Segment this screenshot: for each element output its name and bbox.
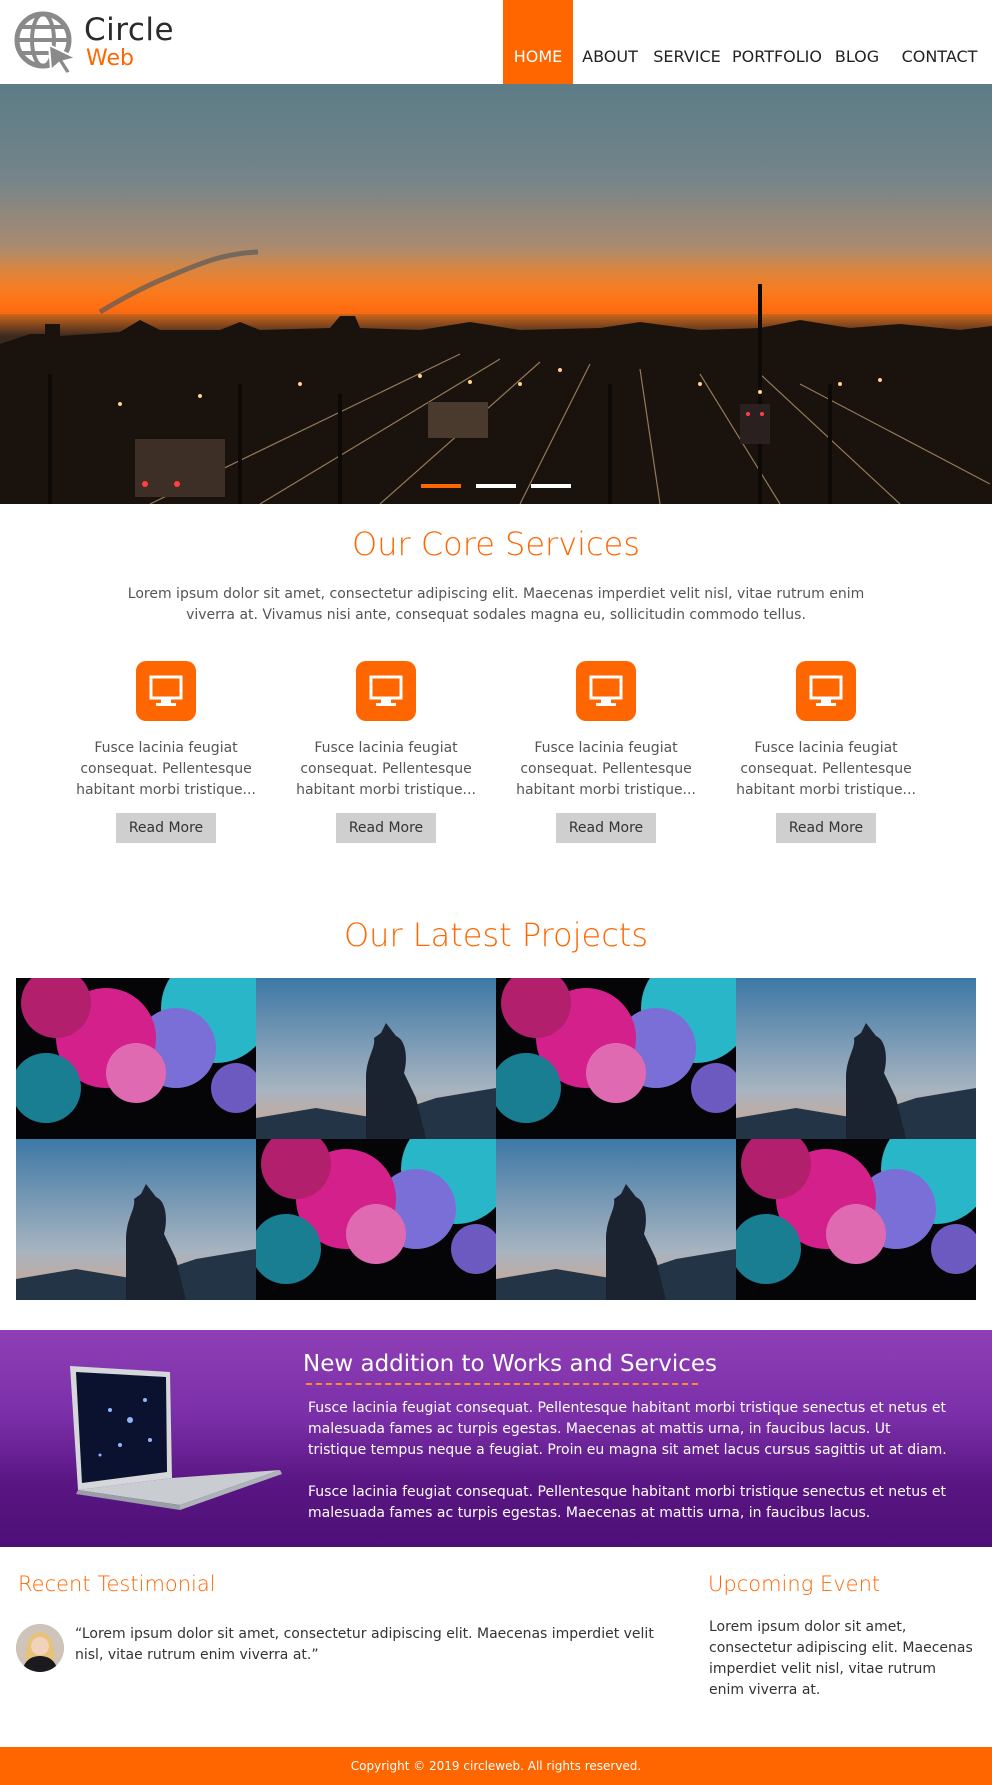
monitor-icon [356,661,416,721]
services-title: Our Core Services [352,525,640,563]
project-tile-statue-sky[interactable] [496,1139,736,1300]
globe-cursor-icon [14,11,78,74]
footer: Copyright © 2019 circleweb. All rights r… [0,1747,992,1785]
monitor-icon [136,661,196,721]
monitor-icon [576,661,636,721]
project-tile-ink-smoke[interactable] [16,978,256,1139]
brand-title: Circle [84,12,175,48]
event-title: Upcoming Event [708,1572,881,1596]
read-more-button[interactable]: Read More [556,813,656,843]
slider-dot-3[interactable] [531,484,571,488]
projects-title: Our Latest Projects [343,916,648,954]
logo[interactable]: Circle Web [14,10,204,74]
service-card: Fusce lacinia feugiat consequat. Pellent… [76,661,256,843]
project-tile-statue-sky[interactable] [736,978,976,1139]
service-text: Fusce lacinia feugiat consequat. Pellent… [76,740,256,798]
event-text: Lorem ipsum dolor sit amet, consectetur … [709,1619,973,1698]
hero-image [0,249,992,504]
hero-slider[interactable] [0,84,992,504]
project-tile-ink-smoke[interactable] [736,1139,976,1300]
service-text: Fusce lacinia feugiat consequat. Pellent… [516,740,696,798]
project-grid [16,978,976,1300]
nav-blog[interactable]: BLOG [828,0,886,84]
service-card: Fusce lacinia feugiat consequat. Pellent… [736,661,916,843]
laptop-illustration [70,1366,282,1510]
service-card: Fusce lacinia feugiat consequat. Pellent… [516,661,696,843]
slider-dots [421,484,571,488]
service-card: Fusce lacinia feugiat consequat. Pellent… [296,661,476,843]
read-more-button[interactable]: Read More [776,813,876,843]
site-header: Circle Web HOME ABOUT SERVICE PORTFOLIO … [0,0,992,84]
testimonial-title: Recent Testimonial [18,1572,216,1596]
slider-dot-1[interactable] [421,484,461,488]
service-text: Fusce lacinia feugiat consequat. Pellent… [736,740,916,798]
nav-portfolio[interactable]: PORTFOLIO [728,0,826,84]
promo-title: New addition to Works and Services [303,1351,718,1377]
promo-paragraph: Fusce lacinia feugiat consequat. Pellent… [308,1484,946,1521]
nav-home[interactable]: HOME [503,0,573,84]
project-tile-ink-smoke[interactable] [256,1139,496,1300]
nav-service[interactable]: SERVICE [648,0,726,84]
service-text: Fusce lacinia feugiat consequat. Pellent… [296,740,476,798]
testimonial-quote: “Lorem ipsum dolor sit amet, consectetur… [75,1626,654,1663]
monitor-icon [796,661,856,721]
brand-subtitle: Web [86,46,134,71]
services-lead: Lorem ipsum dolor sit amet, consectetur … [127,586,865,623]
project-tile-statue-sky[interactable] [16,1139,256,1300]
promo-divider [306,1383,698,1385]
main-nav: HOME ABOUT SERVICE PORTFOLIO BLOG CONTAC… [503,0,992,84]
project-tile-ink-smoke[interactable] [496,978,736,1139]
project-tile-statue-sky[interactable] [256,978,496,1139]
nav-about[interactable]: ABOUT [576,0,644,84]
read-more-button[interactable]: Read More [116,813,216,843]
avatar [16,1624,64,1672]
promo-paragraph: Fusce lacinia feugiat consequat. Pellent… [308,1400,947,1458]
promo-band: New addition to Works and Services Fusce… [0,1330,992,1547]
slider-dot-2[interactable] [476,484,516,488]
copyright-text: Copyright © 2019 circleweb. All rights r… [350,1759,642,1773]
nav-contact[interactable]: CONTACT [894,0,985,84]
read-more-button[interactable]: Read More [336,813,436,843]
